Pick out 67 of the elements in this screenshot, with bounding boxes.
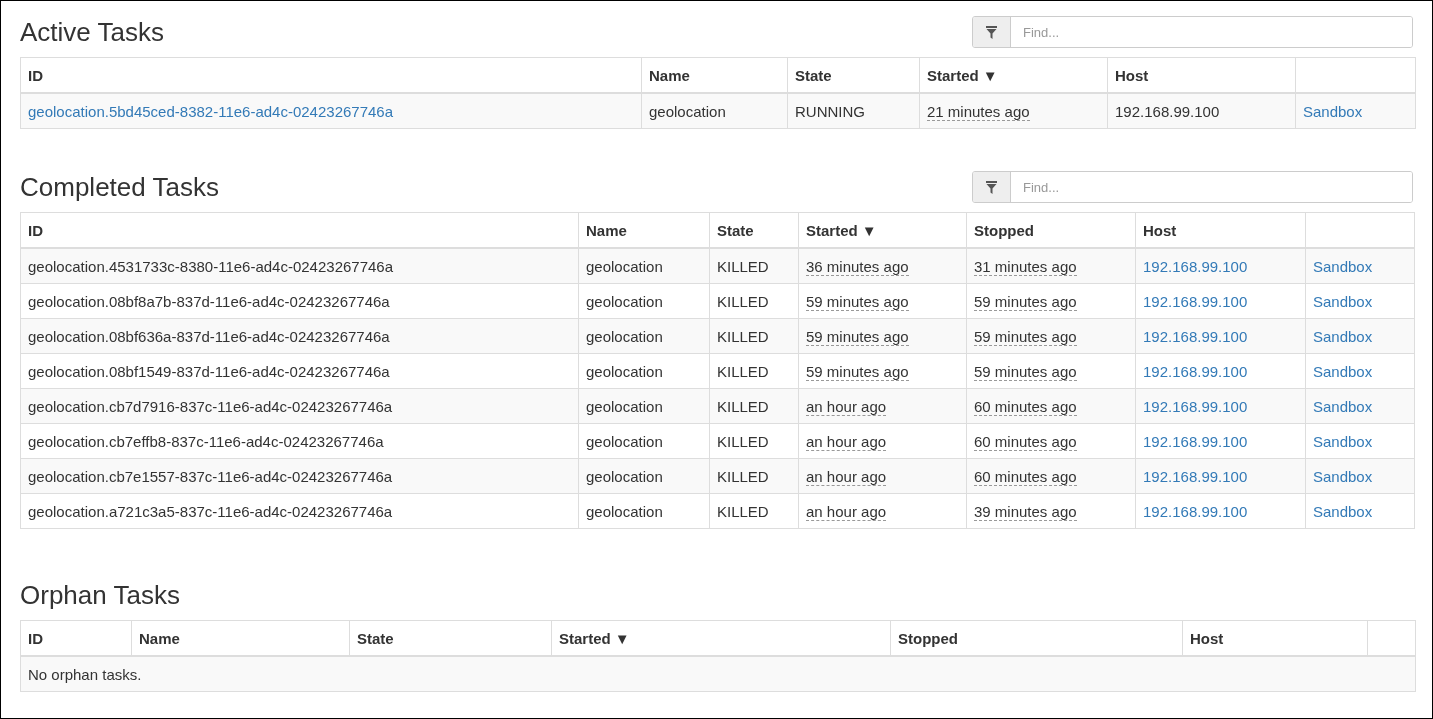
table-cell: geolocation [586, 467, 663, 485]
table-cell: geolocation [649, 102, 726, 120]
table-cell: geolocation [586, 362, 663, 380]
column-header[interactable]: Host [1190, 629, 1224, 647]
table-cell: KILLED [717, 257, 769, 275]
column-header[interactable]: Name [649, 66, 690, 84]
empty-message: No orphan tasks. [28, 665, 142, 683]
column-header[interactable]: ID [28, 66, 43, 84]
section-title: Active Tasks [20, 17, 164, 48]
table-cell: geolocation [586, 327, 663, 345]
table-cell: RUNNING [795, 102, 865, 120]
table-cell: geolocation.08bf1549-837d-11e6-ad4c-02423267746a [28, 362, 390, 380]
column-header[interactable]: Name [139, 629, 180, 647]
search-field[interactable]: Find... [972, 171, 1413, 203]
table-cell: geolocation.4531733c-8380-11e6-ad4c-02423267746a [28, 257, 394, 275]
table-cell: geolocation.a721c3a5-837c-11e6-ad4c-02423267746a [28, 502, 393, 520]
table-cell: geolocation [586, 502, 663, 520]
column-header[interactable]: Host [1143, 221, 1177, 239]
time-text: 36 minutes ago [806, 257, 909, 276]
time-text: 31 minutes ago [974, 257, 1077, 276]
section-title: Completed Tasks [20, 172, 219, 203]
table-cell: KILLED [717, 432, 769, 450]
table-cell: KILLED [717, 327, 769, 345]
time-text: an hour ago [806, 467, 887, 486]
table-cell: KILLED [717, 467, 769, 485]
time-text: 59 minutes ago [974, 362, 1077, 381]
time-text: 60 minutes ago [974, 432, 1077, 451]
table-cell: geolocation.08bf8a7b-837d-11e6-ad4c-02423267746a [28, 292, 390, 310]
table-cell: KILLED [717, 292, 769, 310]
time-text: an hour ago [806, 432, 887, 451]
time-text: 59 minutes ago [806, 292, 909, 311]
table-cell: geolocation.08bf636a-837d-11e6-ad4c-02423267746a [28, 327, 390, 345]
time-text: 59 minutes ago [974, 292, 1077, 311]
table-cell: geolocation [586, 257, 663, 275]
column-header[interactable]: Stopped [974, 221, 1034, 239]
time-text: an hour ago [806, 502, 887, 521]
time-text: an hour ago [806, 397, 887, 416]
time-text: 59 minutes ago [974, 327, 1077, 346]
time-text: 59 minutes ago [806, 362, 909, 381]
time-text: 21 minutes ago [927, 102, 1030, 121]
column-header[interactable]: Name [586, 221, 627, 239]
table-cell: KILLED [717, 397, 769, 415]
time-text: 60 minutes ago [974, 397, 1077, 416]
section-title: Orphan Tasks [20, 580, 180, 611]
column-header[interactable]: State [357, 629, 394, 647]
column-header[interactable]: ID [28, 221, 43, 239]
column-header[interactable]: Host [1115, 66, 1149, 84]
table-cell: geolocation.cb7effb8-837c-11e6-ad4c-02423267746a [28, 432, 384, 450]
table-cell: geolocation [586, 292, 663, 310]
table-cell: KILLED [717, 362, 769, 380]
filter-icon [986, 25, 997, 39]
table-cell: KILLED [717, 502, 769, 520]
column-header[interactable]: Started ▼ [927, 66, 998, 84]
time-text: 60 minutes ago [974, 467, 1077, 486]
filter-icon [986, 180, 997, 194]
column-header[interactable]: State [795, 66, 832, 84]
table-cell: geolocation.cb7e1557-837c-11e6-ad4c-02423267746a [28, 467, 393, 485]
table-cell: geolocation [586, 397, 663, 415]
time-text: 39 minutes ago [974, 502, 1077, 521]
search-field[interactable]: Find... [972, 16, 1413, 48]
time-text: 59 minutes ago [806, 327, 909, 346]
column-header[interactable]: Started ▼ [559, 629, 630, 647]
table-cell: 192.168.99.100 [1115, 102, 1220, 120]
table-cell: geolocation [586, 432, 663, 450]
column-header[interactable]: Stopped [898, 629, 958, 647]
table-cell: geolocation.cb7d7916-837c-11e6-ad4c-02423267746a [28, 397, 393, 415]
column-header[interactable]: ID [28, 629, 43, 647]
